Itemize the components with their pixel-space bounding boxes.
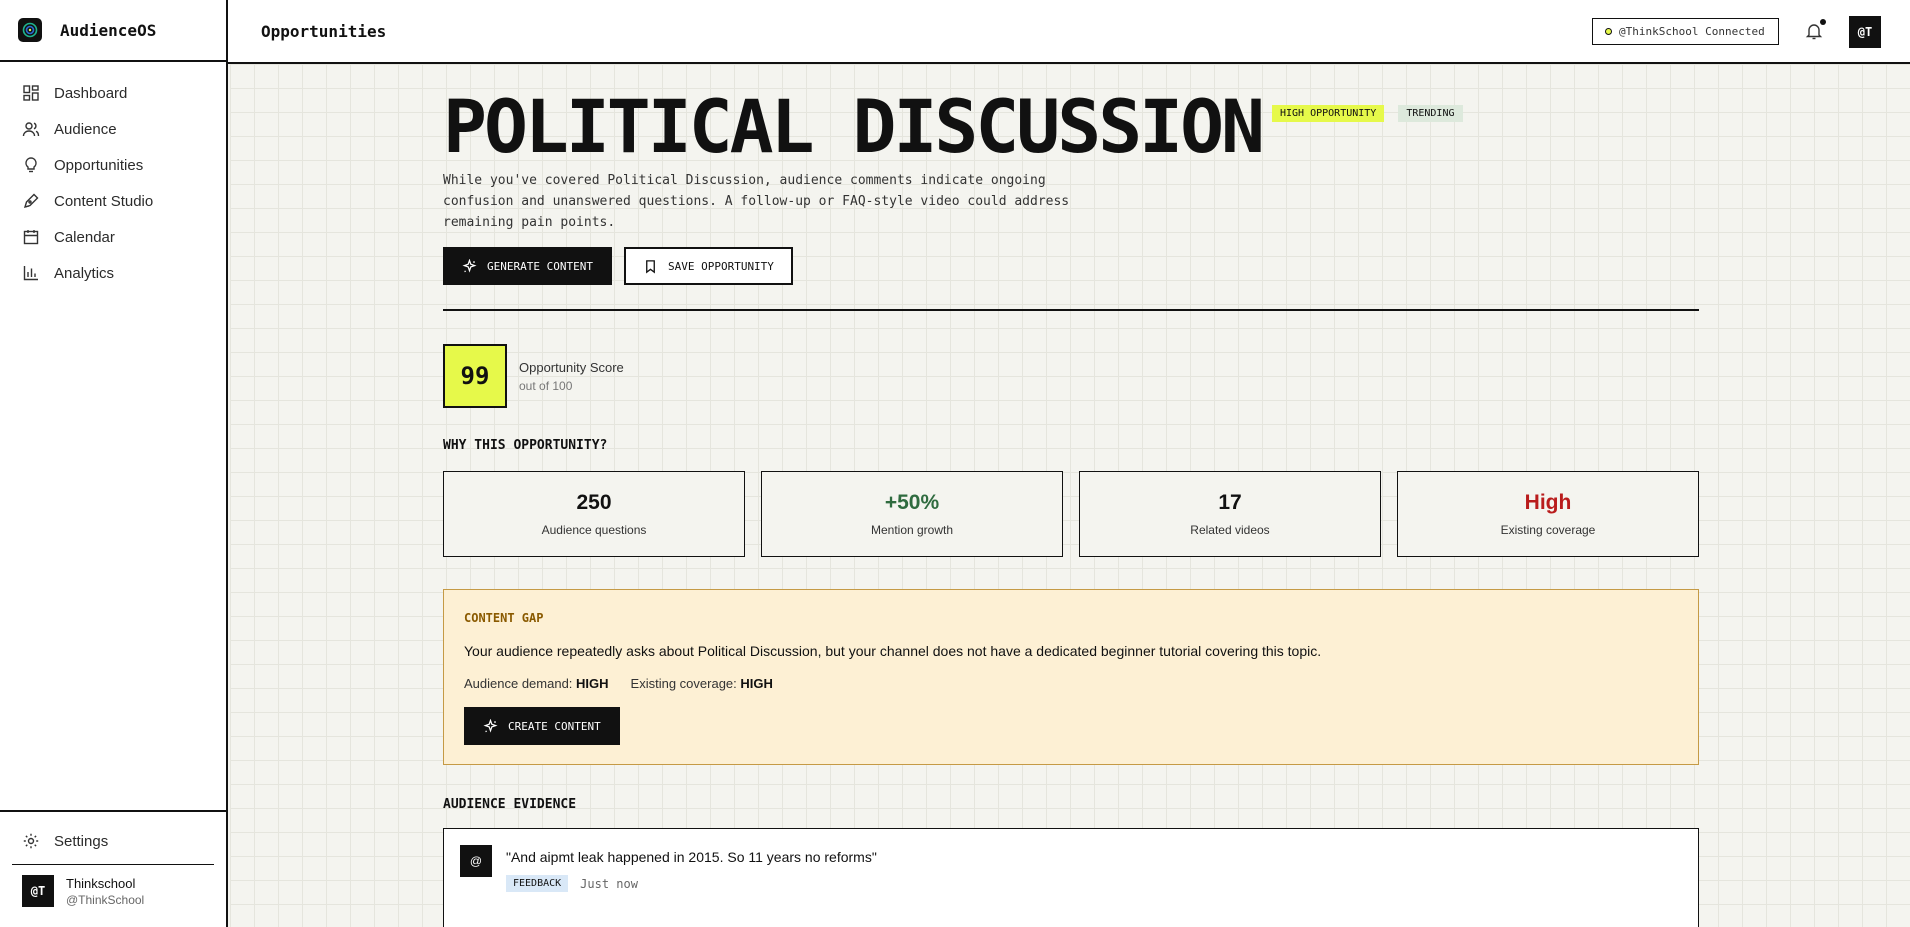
app-logo-icon [18, 18, 42, 42]
opportunity-description: While you've covered Political Discussio… [443, 173, 1070, 230]
sidebar-item-label: Calendar [54, 228, 115, 246]
sparkle-icon [483, 718, 498, 733]
evidence-time: Just now [580, 876, 638, 891]
save-opportunity-button[interactable]: SAVE OPPORTUNITY [623, 247, 793, 285]
pen-icon [23, 193, 39, 209]
connection-label: @ThinkSchool Connected [1619, 25, 1765, 38]
stat-label: Related videos [1190, 523, 1270, 537]
sidebar-item-dashboard[interactable]: Dashboard [0, 75, 226, 111]
score-value: 99 [443, 344, 507, 408]
stat-card: 17 Related videos [1079, 471, 1381, 557]
high-opportunity-badge: HIGH OPPORTUNITY [1272, 105, 1385, 122]
content-gap-card: CONTENT GAP Your audience repeatedly ask… [443, 589, 1699, 765]
sidebar-item-opportunities[interactable]: Opportunities [0, 147, 226, 183]
avatar[interactable]: @T [1849, 16, 1881, 48]
sidebar-item-label: Opportunities [54, 156, 144, 174]
demand-label: Audience demand: [464, 676, 573, 691]
connection-status[interactable]: @ThinkSchool Connected [1592, 18, 1779, 45]
stat-value: +50% [884, 491, 940, 514]
user-name: Thinkschool [66, 875, 136, 891]
dashboard-icon [23, 85, 39, 101]
gear-icon [23, 833, 39, 849]
status-dot-icon [1605, 28, 1612, 35]
users-icon [22, 122, 40, 137]
sidebar-item-label: Dashboard [54, 84, 128, 102]
score-label: Opportunity Score [519, 359, 624, 375]
sparkle-icon [462, 258, 477, 273]
opportunity-title: POLITICAL DISCUSSION [443, 85, 1265, 170]
brand[interactable]: AudienceOS [0, 0, 226, 62]
divider [443, 309, 1699, 311]
avatar: @ [460, 845, 492, 877]
button-label: CREATE CONTENT [508, 719, 601, 733]
stat-label: Existing coverage [1500, 523, 1596, 537]
opportunity-score: 99 Opportunity Score out of 100 [443, 344, 1699, 408]
bar-chart-icon [23, 266, 38, 281]
trending-badge: TRENDING [1398, 105, 1463, 122]
user-profile[interactable]: @T Thinkschool @ThinkSchool [0, 865, 226, 927]
lightbulb-icon [25, 157, 37, 173]
sidebar-item-label: Settings [54, 832, 109, 850]
top-bar: Opportunities @ThinkSchool Connected @T [228, 0, 1910, 64]
sidebar-item-label: Content Studio [54, 192, 154, 210]
evidence-section-title: AUDIENCE EVIDENCE [443, 797, 577, 812]
sidebar: AudienceOS Dashboard Audience Opportunit… [0, 0, 228, 927]
opportunity-detail: POLITICAL DISCUSSION HIGH OPPORTUNITY TR… [443, 64, 1699, 927]
content-gap-body: Your audience repeatedly asks about Poli… [464, 643, 1322, 659]
stat-card: +50% Mention growth [761, 471, 1063, 557]
feedback-tag: FEEDBACK [506, 875, 569, 892]
sidebar-item-settings[interactable]: Settings [0, 828, 226, 854]
sidebar-footer: Settings @T Thinkschool @ThinkSchool [0, 810, 226, 927]
sidebar-nav: Dashboard Audience Opportunities Content… [0, 62, 226, 291]
main-content: POLITICAL DISCUSSION HIGH OPPORTUNITY TR… [230, 64, 1910, 927]
score-sub-label: out of 100 [519, 378, 573, 393]
demand-value: HIGH [576, 676, 609, 691]
stat-value: High [1524, 491, 1572, 514]
sidebar-item-audience[interactable]: Audience [0, 111, 226, 147]
generate-content-button[interactable]: GENERATE CONTENT [443, 247, 612, 285]
stat-label: Mention growth [870, 523, 954, 537]
page-title: Opportunities [261, 21, 387, 41]
app-name: AudienceOS [60, 20, 157, 40]
stat-card: High Existing coverage [1397, 471, 1699, 557]
calendar-icon [23, 230, 39, 245]
sidebar-item-label: Audience [54, 120, 117, 138]
evidence-quote: "And aipmt leak happened in 2015. So 11 … [506, 849, 877, 865]
stats-grid: 250 Audience questions +50% Mention grow… [443, 471, 1699, 557]
sidebar-item-analytics[interactable]: Analytics [0, 255, 226, 291]
sidebar-item-calendar[interactable]: Calendar [0, 219, 226, 255]
user-handle: @ThinkSchool [66, 892, 145, 907]
sidebar-item-content-studio[interactable]: Content Studio [0, 183, 226, 219]
button-label: SAVE OPPORTUNITY [667, 259, 774, 273]
stat-value: 250 [576, 491, 612, 514]
stat-card: 250 Audience questions [443, 471, 745, 557]
sidebar-item-label: Analytics [54, 264, 115, 282]
stat-value: 17 [1218, 491, 1242, 514]
create-content-button[interactable]: CREATE CONTENT [464, 707, 620, 745]
why-section-title: WHY THIS OPPORTUNITY? [443, 438, 608, 453]
avatar: @T [22, 875, 54, 907]
evidence-item: @ "And aipmt leak happened in 2015. So 1… [443, 828, 1699, 927]
content-gap-meta: Audience demand: HIGH Existing coverage:… [464, 676, 1678, 691]
bookmark-icon [646, 259, 655, 273]
coverage-value: HIGH [740, 676, 773, 691]
content-gap-title: CONTENT GAP [464, 611, 544, 625]
coverage-label: Existing coverage: [630, 676, 737, 691]
notification-dot [1820, 19, 1826, 25]
stat-label: Audience questions [541, 523, 647, 537]
button-label: GENERATE CONTENT [487, 259, 593, 273]
